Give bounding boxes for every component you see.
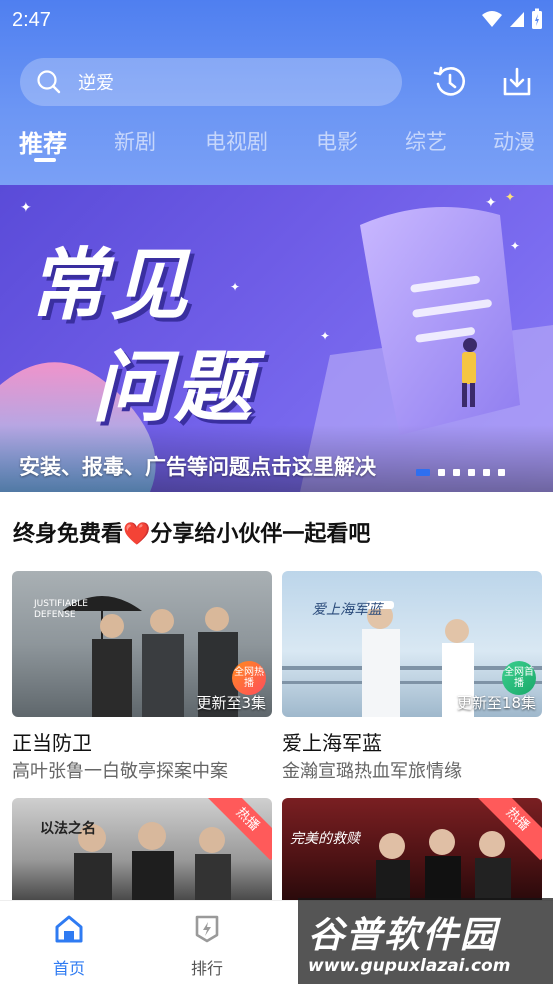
active-tab-indicator: [34, 158, 56, 162]
premiere-badge: 全网首播: [502, 661, 536, 695]
video-card[interactable]: 完美的救赎 热播: [282, 798, 542, 900]
carousel-dot-active[interactable]: [416, 469, 430, 476]
nav-home[interactable]: 首页: [39, 913, 99, 979]
search-box[interactable]: 逆爱: [20, 58, 402, 106]
banner-caption[interactable]: 安装、报毒、广告等问题点击这里解决: [19, 451, 376, 481]
video-card[interactable]: 以法之名 热播: [12, 798, 272, 900]
carousel-dot[interactable]: [453, 469, 460, 476]
svg-text:✦: ✦: [320, 329, 330, 343]
video-poster[interactable]: 完美的救赎 热播: [282, 798, 542, 900]
video-title[interactable]: 正当防卫: [12, 727, 92, 756]
watermark-en: www.gupuxlazai.com: [308, 956, 511, 976]
battery-icon: [532, 8, 542, 29]
svg-text:✦: ✦: [485, 195, 497, 211]
tab-anime[interactable]: 动漫: [493, 126, 535, 156]
category-tabs: 推荐 新剧 电视剧 电影 综艺 动漫: [0, 118, 553, 168]
carousel-dots: [416, 469, 505, 476]
video-card[interactable]: JUSTIFIABLE DEFENSE 全网热播 更新至3集 正当防卫 高叶张鲁…: [12, 571, 272, 782]
carousel-dot[interactable]: [498, 469, 505, 476]
video-title[interactable]: 爱上海军蓝: [282, 727, 382, 756]
download-button[interactable]: [497, 62, 537, 102]
svg-text:✦: ✦: [505, 190, 515, 204]
nav-rank[interactable]: 排行: [177, 913, 237, 979]
history-icon: [433, 66, 466, 96]
status-bar: 2:47: [0, 0, 553, 40]
hot-badge: 全网热播: [232, 661, 266, 695]
tab-tv-series[interactable]: 电视剧: [205, 126, 268, 156]
svg-text:✦: ✦: [510, 239, 520, 253]
episode-label: 更新至18集: [456, 694, 536, 712]
poster-title-text: 爱上海军蓝: [312, 602, 382, 618]
tab-movie[interactable]: 电影: [316, 126, 358, 156]
nav-rank-label: 排行: [190, 959, 223, 978]
tab-variety[interactable]: 综艺: [405, 126, 447, 156]
video-card[interactable]: 爱上海军蓝 全网首播 更新至18集 爱上海军蓝 金瀚宣璐热血军旅情缘: [282, 571, 542, 782]
watermark-cn: 谷普软件园: [308, 915, 499, 956]
home-icon: [55, 915, 83, 943]
video-poster[interactable]: JUSTIFIABLE DEFENSE 全网热播 更新至3集: [12, 571, 272, 717]
watermark: 谷普软件园 www.gupuxlazai.com: [298, 898, 553, 984]
banner-title-line2: 问题: [92, 343, 257, 433]
svg-text:✦: ✦: [20, 200, 32, 216]
svg-text:✦: ✦: [230, 280, 240, 294]
episode-label: 更新至3集: [196, 694, 266, 712]
video-poster[interactable]: 爱上海军蓝 全网首播 更新至18集: [282, 571, 542, 717]
tab-new-drama[interactable]: 新剧: [114, 126, 156, 156]
tab-recommend[interactable]: 推荐: [19, 124, 67, 159]
status-icons: [481, 8, 543, 30]
poster-title-text: 完美的救赎: [290, 831, 360, 847]
video-subtitle: 高叶张鲁一白敬亭探案中案: [12, 761, 228, 782]
carousel-dot[interactable]: [438, 469, 445, 476]
history-button[interactable]: [430, 62, 470, 102]
poster-title-text: 以法之名: [40, 821, 96, 837]
signal-icon: [510, 12, 524, 27]
search-icon: [37, 70, 61, 94]
banner-carousel[interactable]: ✦ ✦ ✦ ✦ ✦ ✦ 常见 问题: [0, 185, 553, 492]
download-icon: [503, 67, 531, 96]
wifi-icon: [482, 11, 502, 27]
section-title: 终身免费看❤️分享给小伙伴一起看吧: [13, 522, 371, 547]
banner-title-line1: 常见: [28, 241, 193, 331]
rank-icon: [195, 915, 219, 943]
poster-title-text: JUSTIFIABLE DEFENSE: [34, 599, 88, 620]
video-subtitle: 金瀚宣璐热血军旅情缘: [282, 761, 462, 782]
nav-home-label: 首页: [52, 959, 85, 978]
video-poster[interactable]: 以法之名 热播: [12, 798, 272, 900]
search-input[interactable]: 逆爱: [78, 69, 114, 95]
carousel-dot[interactable]: [483, 469, 490, 476]
carousel-dot[interactable]: [468, 469, 475, 476]
status-time: 2:47: [12, 8, 51, 31]
